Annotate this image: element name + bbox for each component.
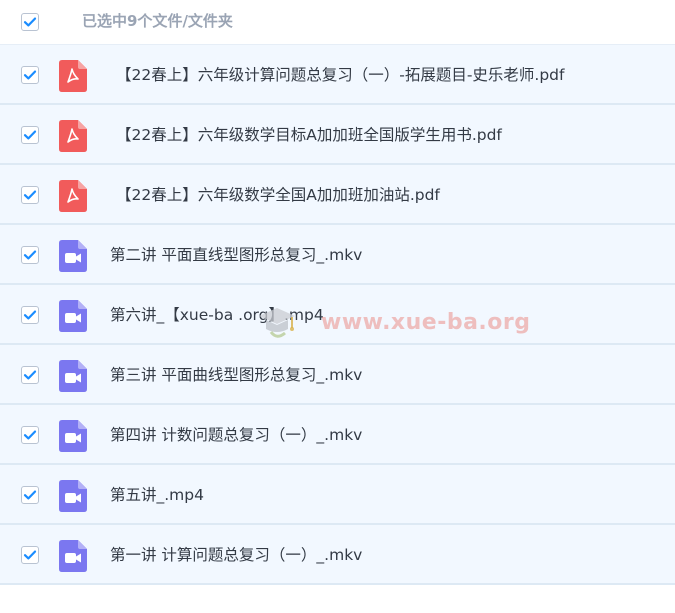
file-row[interactable]: 【22春上】六年级数学目标A加加班全国版学生用书.pdf [0,105,675,165]
video-file-icon [59,420,87,452]
file-row[interactable]: 【22春上】六年级数学全国A加加班加油站.pdf [0,165,675,225]
file-checkbox[interactable] [21,126,39,144]
pdf-file-icon [59,120,87,152]
file-checkbox[interactable] [21,546,39,564]
pdf-file-icon [59,60,87,92]
checkmark-icon [23,17,37,27]
file-checkbox[interactable] [21,306,39,324]
checkmark-icon [23,370,37,380]
file-checkbox[interactable] [21,426,39,444]
file-checkbox[interactable] [21,486,39,504]
select-all-checkbox[interactable] [21,13,39,31]
file-row[interactable]: 【22春上】六年级计算问题总复习（一）-拓展题目-史乐老师.pdf [0,44,675,105]
file-name[interactable]: 【22春上】六年级数学目标A加加班全国版学生用书.pdf [116,124,502,146]
file-row[interactable]: 第一讲 计算问题总复习（一）_.mkv [0,525,675,585]
checkmark-icon [23,490,37,500]
file-checkbox[interactable] [21,246,39,264]
file-row[interactable]: 第六讲_【xue-ba .org】.mp4 [0,285,675,345]
file-checkbox[interactable] [21,66,39,84]
video-file-icon [59,300,87,332]
checkmark-icon [23,130,37,140]
file-name[interactable]: 第三讲 平面曲线型图形总复习_.mkv [110,364,362,386]
file-checkbox[interactable] [21,186,39,204]
file-name[interactable]: 第五讲_.mp4 [110,484,204,506]
video-file-icon [59,540,87,572]
checkmark-icon [23,190,37,200]
selection-header: 已选中9个文件/文件夹 [0,0,675,44]
checkmark-icon [23,550,37,560]
file-checkbox[interactable] [21,366,39,384]
file-name[interactable]: 【22春上】六年级数学全国A加加班加油站.pdf [116,184,440,206]
file-row[interactable]: 第四讲 计数问题总复习（一）_.mkv [0,405,675,465]
file-name[interactable]: 第二讲 平面直线型图形总复习_.mkv [110,244,362,266]
video-file-icon [59,360,87,392]
checkmark-icon [23,250,37,260]
file-name[interactable]: 第一讲 计算问题总复习（一）_.mkv [110,544,362,566]
checkmark-icon [23,70,37,80]
pdf-file-icon [59,180,87,212]
video-file-icon [59,480,87,512]
video-file-icon [59,240,87,272]
file-name[interactable]: 【22春上】六年级计算问题总复习（一）-拓展题目-史乐老师.pdf [116,64,564,86]
file-selection-panel: 已选中9个文件/文件夹 【22春上】六年级计算问题总复习（一）-拓展题目-史乐老… [0,0,675,613]
checkmark-icon [23,430,37,440]
file-name[interactable]: 第六讲_【xue-ba .org】.mp4 [110,304,324,326]
selection-count-text: 已选中9个文件/文件夹 [82,12,233,30]
checkmark-icon [23,310,37,320]
file-row[interactable]: 第三讲 平面曲线型图形总复习_.mkv [0,345,675,405]
file-row[interactable]: 第二讲 平面直线型图形总复习_.mkv [0,225,675,285]
file-list: 【22春上】六年级计算问题总复习（一）-拓展题目-史乐老师.pdf 【22春上】六… [0,44,675,585]
file-name[interactable]: 第四讲 计数问题总复习（一）_.mkv [110,424,362,446]
file-row[interactable]: 第五讲_.mp4 [0,465,675,525]
